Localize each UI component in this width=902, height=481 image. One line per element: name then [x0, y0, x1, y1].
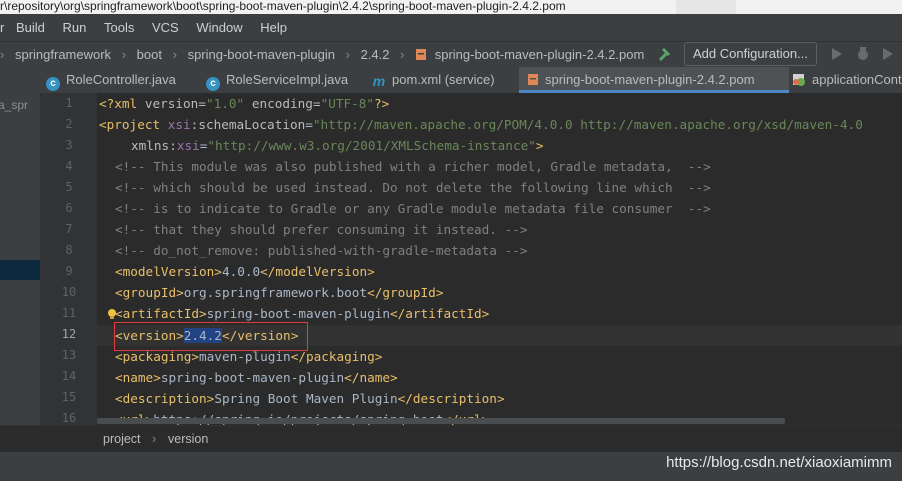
breadcrumb-version[interactable]: 2.4.2 — [361, 42, 390, 67]
maven-icon: m — [372, 73, 386, 89]
menu-item-build[interactable]: Build — [16, 14, 45, 41]
tab-label: applicationCont — [812, 72, 902, 87]
line-number: 14 — [61, 369, 77, 383]
code-line-15[interactable]: <description>Spring Boot Maven Plugin</d… — [115, 388, 505, 409]
tab-label: RoleServiceImpl.java — [226, 72, 349, 87]
menu-item-window[interactable]: Window — [196, 14, 242, 41]
line-number: 7 — [65, 222, 73, 236]
line-number: 2 — [65, 117, 73, 131]
breadcrumb-springframework[interactable]: springframework — [15, 42, 111, 67]
coverage-icon[interactable] — [880, 46, 896, 62]
breadcrumb-separator: › — [0, 47, 5, 62]
project-panel: a_spr — [0, 67, 41, 452]
highlight-annotation-box — [114, 322, 308, 351]
code-line-2[interactable]: <project xsi:schemaLocation="http://mave… — [99, 114, 863, 135]
hammer-icon[interactable] — [656, 46, 672, 62]
code-line-9[interactable]: <modelVersion>4.0.0</modelVersion> — [115, 261, 375, 282]
line-number-current: 12 — [61, 327, 77, 341]
code-line-1[interactable]: <?xml version="1.0" encoding="UTF-8"?> — [99, 93, 389, 114]
spring-config-icon — [793, 74, 805, 86]
class-icon: c — [206, 77, 220, 91]
horizontal-scrollbar[interactable] — [97, 418, 785, 424]
tab-pom-service[interactable]: m pom.xml (service) — [372, 67, 495, 93]
menu-item-tools[interactable]: Tools — [104, 14, 134, 41]
code-line-14[interactable]: <name>spring-boot-maven-plugin</name> — [115, 367, 398, 388]
code-line-11[interactable]: <artifactId>spring-boot-maven-plugin</ar… — [115, 303, 489, 324]
line-number: 10 — [61, 285, 77, 299]
project-tree-selected-row[interactable] — [0, 260, 40, 280]
breadcrumb-separator: › — [172, 47, 177, 62]
breadcrumb-version-tag[interactable]: version — [168, 426, 208, 453]
menu-item-partial[interactable]: r — [0, 14, 4, 41]
breadcrumb-separator: › — [152, 432, 157, 446]
menu-item-vcs[interactable]: VCS — [152, 14, 179, 41]
line-number: 3 — [65, 138, 73, 152]
tab-label: pom.xml (service) — [392, 72, 495, 87]
tab-label: RoleController.java — [66, 72, 176, 87]
menu-item-help[interactable]: Help — [260, 14, 287, 41]
breadcrumb-separator: › — [400, 47, 405, 62]
code-line-5[interactable]: <!-- which should be used instead. Do no… — [115, 177, 711, 198]
code-line-10[interactable]: <groupId>org.springframework.boot</group… — [115, 282, 443, 303]
code-editor[interactable]: <?xml version="1.0" encoding="UTF-8"?> <… — [97, 93, 902, 425]
structure-breadcrumb: project › version — [0, 425, 902, 453]
breadcrumb-separator: › — [345, 47, 350, 62]
debug-icon[interactable] — [855, 46, 871, 62]
navigation-bar: › springframework › boot › spring-boot-m… — [0, 41, 902, 67]
line-number: 1 — [65, 96, 73, 110]
pom-file-icon — [416, 49, 427, 60]
window-title: r\repository\org\springframework\boot\sp… — [0, 0, 566, 13]
editor-tabs: c RoleController.java c RoleServiceImpl.ja… — [40, 67, 902, 94]
tab-applicationcontext[interactable]: applicationCont — [792, 67, 902, 93]
breadcrumb-boot[interactable]: boot — [137, 42, 162, 67]
line-number: 13 — [61, 348, 77, 362]
breadcrumb-project[interactable]: project — [103, 426, 141, 453]
tab-roleserviceimpl[interactable]: c RoleServiceImpl.java — [206, 67, 348, 93]
line-number: 9 — [65, 264, 73, 278]
line-number: 11 — [61, 306, 77, 320]
code-line-3[interactable]: xmlns:xsi="http://www.w3.org/2001/XMLSch… — [131, 135, 544, 156]
line-number: 5 — [65, 180, 73, 194]
breadcrumb-pom-file[interactable]: spring-boot-maven-plugin-2.4.2.pom — [435, 42, 645, 67]
code-line-6[interactable]: <!-- is to indicate to Gradle or any Gra… — [115, 198, 711, 219]
add-configuration-button[interactable]: Add Configuration... — [684, 42, 817, 66]
line-number: 8 — [65, 243, 73, 257]
window-title-bar: r\repository\org\springframework\boot\sp… — [0, 0, 902, 14]
tab-rolecontroller[interactable]: c RoleController.java — [46, 67, 176, 93]
window-controls[interactable] — [676, 0, 736, 14]
line-number: 15 — [61, 390, 77, 404]
class-icon: c — [46, 77, 60, 91]
menu-item-run[interactable]: Run — [63, 14, 87, 41]
line-number: 16 — [61, 411, 77, 425]
lightbulb-icon[interactable] — [107, 309, 117, 320]
code-line-7[interactable]: <!-- that they should prefer consuming i… — [115, 219, 527, 240]
run-icon[interactable] — [830, 47, 844, 61]
close-window-button[interactable] — [870, 0, 902, 14]
project-tree-item[interactable]: a_spr — [0, 98, 28, 112]
line-number: 6 — [65, 201, 73, 215]
menu-bar: r Build Run Tools VCS Window Help — [0, 14, 902, 41]
code-line-8[interactable]: <!-- do_not_remove: published-with-gradl… — [115, 240, 527, 261]
tab-spring-boot-maven-plugin-pom[interactable]: spring-boot-maven-plugin-2.4.2.pom — [519, 67, 789, 93]
tab-label: spring-boot-maven-plugin-2.4.2.pom — [545, 72, 755, 87]
watermark-text: https://blog.csdn.net/xiaoxiamimm — [666, 454, 892, 471]
line-number: 4 — [65, 159, 73, 173]
pom-file-icon — [528, 74, 538, 85]
breadcrumb-plugin[interactable]: spring-boot-maven-plugin — [188, 42, 335, 67]
breadcrumb-separator: › — [121, 47, 127, 62]
code-line-4[interactable]: <!-- This module was also published with… — [115, 156, 711, 177]
